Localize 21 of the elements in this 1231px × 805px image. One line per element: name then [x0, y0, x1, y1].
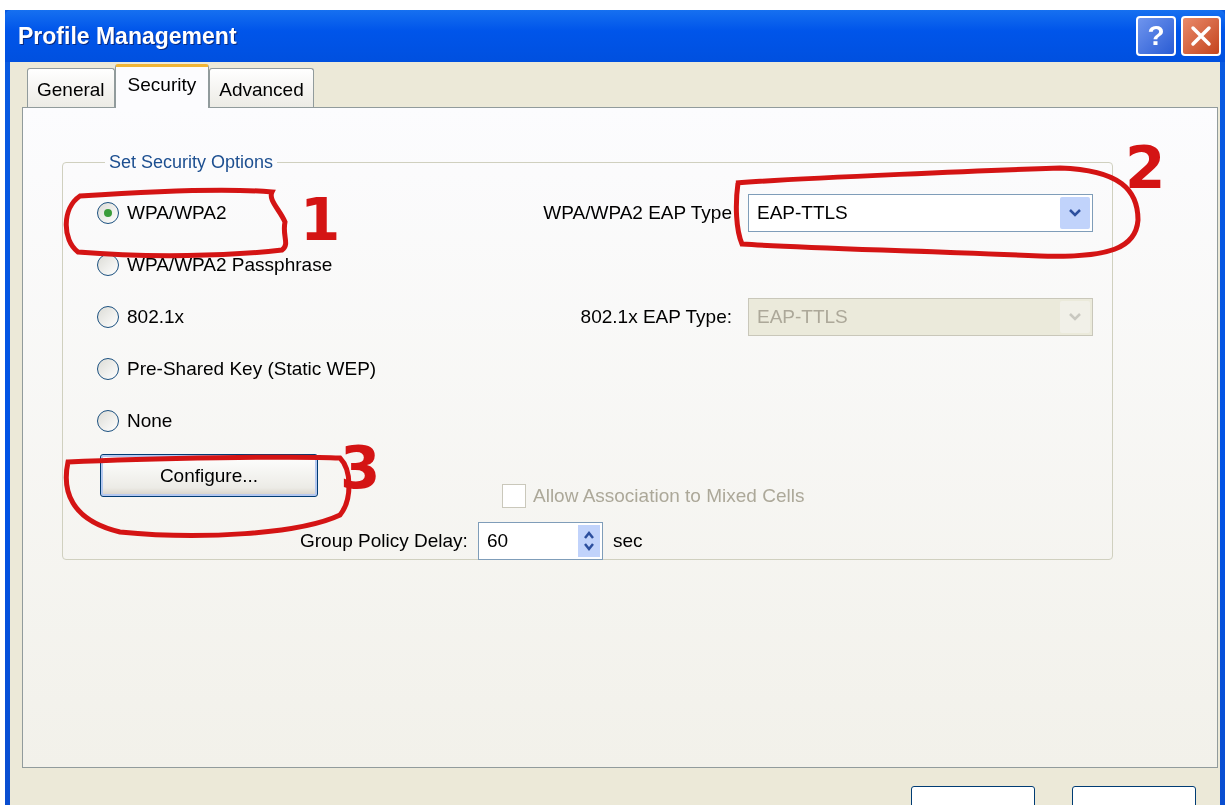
group-title: Set Security Options — [108, 152, 275, 173]
option-label: WPA/WPA2 Passphrase — [127, 254, 333, 276]
tab[interactable]: Security — [114, 64, 210, 108]
field-label: 802.1x EAP Type: — [580, 306, 732, 328]
help-button[interactable]: ? — [1136, 16, 1176, 56]
unit-label: sec — [612, 530, 643, 552]
checkbox-label: Allow Association to Mixed Cells — [533, 485, 805, 507]
field-label: Group Policy Delay: — [300, 530, 468, 552]
annotation-number: 1 — [300, 186, 341, 254]
eap-type-dropdown[interactable]: EAP-TTLS — [748, 194, 1093, 232]
option-label: Pre-Shared Key (Static WEP) — [127, 358, 377, 380]
annotation-number: 2 — [1125, 134, 1166, 202]
annotation-number: 3 — [340, 434, 381, 502]
window-title: Profile Management — [18, 22, 237, 50]
option-label: 802.1x — [127, 306, 185, 328]
tab[interactable]: Advanced — [209, 68, 314, 107]
number-spinner[interactable]: 60 — [477, 522, 603, 560]
field-label: WPA/WPA2 EAP Type — [543, 202, 732, 224]
option-label: None — [127, 410, 173, 432]
option-label: WPA/WPA2 — [127, 202, 227, 224]
tab[interactable]: General — [27, 68, 115, 107]
